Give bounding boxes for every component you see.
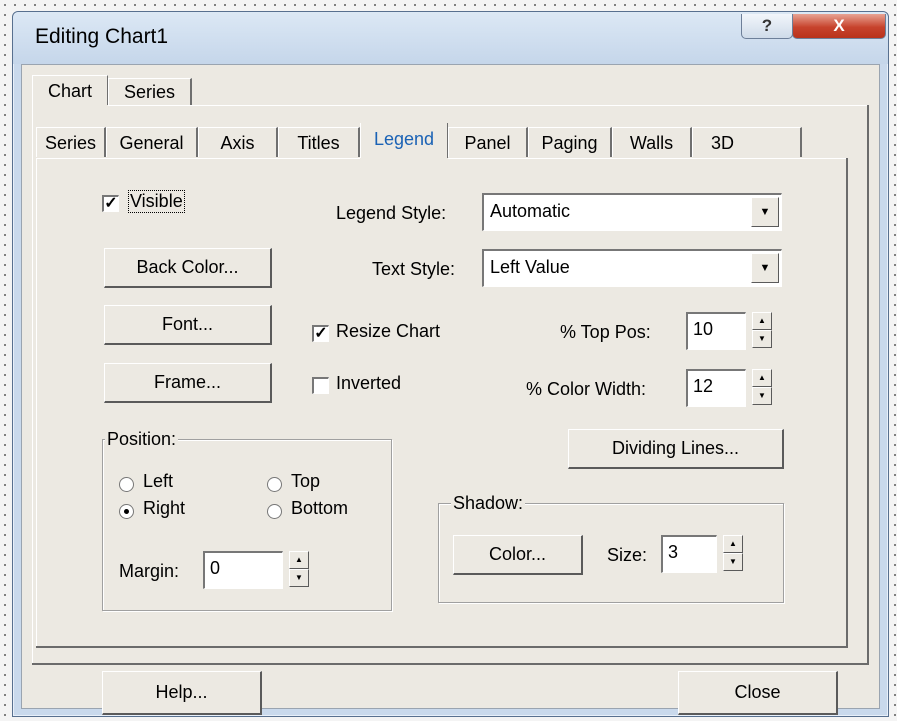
tab-series[interactable]: Series <box>36 127 106 157</box>
help-title-button[interactable]: ? <box>741 14 793 39</box>
tab-legend-label: Legend <box>373 129 435 149</box>
tab-general[interactable]: General <box>106 127 198 157</box>
chevron-down-icon[interactable]: ▼ <box>751 197 779 227</box>
inner-panel-bottom-edge <box>36 646 848 648</box>
dialog-body: Chart Series Series General Axis Titles … <box>21 64 880 715</box>
spin-down-icon[interactable]: ▼ <box>752 387 772 405</box>
top-pos-spinner[interactable]: ▲ ▼ <box>752 312 772 350</box>
text-style-value: Left Value <box>490 257 570 277</box>
inverted-label: Inverted <box>336 373 402 393</box>
inner-panel-left-edge <box>36 158 37 648</box>
tab-legend[interactable]: Legend <box>360 123 448 158</box>
position-right-label: Right <box>143 498 186 518</box>
position-left-radio[interactable] <box>119 477 134 492</box>
tab-titles-label: Titles <box>297 133 340 153</box>
shadow-size-input[interactable]: 3 <box>661 535 717 573</box>
tab-3d-label: 3D <box>711 133 735 153</box>
inner-panel-right-edge <box>846 158 848 648</box>
position-bottom-label: Bottom <box>291 498 349 518</box>
outer-tab-rule <box>108 105 868 106</box>
position-right-radio[interactable] <box>119 504 134 519</box>
font-button[interactable]: Font... <box>104 305 272 345</box>
chevron-down-icon[interactable]: ▼ <box>751 253 779 283</box>
tab-titles[interactable]: Titles <box>278 127 360 157</box>
top-pos-label: % Top Pos: <box>560 322 651 342</box>
shadow-size-label: Size: <box>607 545 648 565</box>
position-left-label: Left <box>143 471 174 491</box>
inverted-checkbox[interactable] <box>312 377 329 394</box>
visible-label: Visible <box>128 190 185 213</box>
window-title: Editing Chart1 <box>35 25 169 48</box>
position-top-label: Top <box>291 471 321 491</box>
text-style-select[interactable]: Left Value ▼ <box>482 249 782 287</box>
tab-3d[interactable]: 3D <box>692 127 802 157</box>
spin-down-icon[interactable]: ▼ <box>752 330 772 348</box>
frame-button[interactable]: Frame... <box>104 363 272 403</box>
help-button[interactable]: Help... <box>102 671 262 715</box>
position-bottom-radio[interactable] <box>267 504 282 519</box>
inner-tab-rule-left <box>36 158 360 159</box>
tab-general-label: General <box>119 133 184 153</box>
color-width-label: % Color Width: <box>526 379 647 399</box>
inner-tab-rule-right <box>448 158 848 159</box>
tab-axis-label: Axis <box>220 133 255 153</box>
resize-chart-label: Resize Chart <box>336 321 441 341</box>
tab-walls-label: Walls <box>629 133 674 153</box>
tab-chart-label: Chart <box>47 81 92 101</box>
shadow-group-title: Shadow: <box>451 493 526 514</box>
position-group-title: Position: <box>105 429 179 450</box>
tab-walls[interactable]: Walls <box>612 127 692 157</box>
dividing-lines-button[interactable]: Dividing Lines... <box>568 429 784 469</box>
outer-panel-bottom-edge <box>32 663 869 665</box>
margin-spinner[interactable]: ▲ ▼ <box>289 551 309 589</box>
tab-chart[interactable]: Chart <box>32 75 108 105</box>
title-bar: Editing Chart1 ? X <box>13 12 888 64</box>
top-pos-input[interactable]: 10 <box>686 312 746 350</box>
legend-style-label: Legend Style: <box>336 203 447 223</box>
outer-panel-left-edge <box>32 105 33 665</box>
back-color-button[interactable]: Back Color... <box>104 248 272 288</box>
resize-chart-checkbox[interactable]: ✓ <box>312 325 329 342</box>
tab-panel[interactable]: Panel <box>448 127 528 157</box>
tab-axis[interactable]: Axis <box>198 127 278 157</box>
spin-down-icon[interactable]: ▼ <box>723 553 743 571</box>
close-button[interactable]: Close <box>678 671 838 715</box>
tab-series-label: Series <box>44 133 97 153</box>
spin-up-icon[interactable]: ▲ <box>752 369 772 387</box>
legend-style-value: Automatic <box>490 201 571 221</box>
shadow-size-spinner[interactable]: ▲ ▼ <box>723 535 743 573</box>
close-title-button[interactable]: X <box>792 14 886 39</box>
text-style-label: Text Style: <box>372 259 456 279</box>
question-mark-icon: ? <box>761 16 773 35</box>
shadow-group: Shadow: Color... Size: 3 ▲ ▼ <box>438 493 784 603</box>
spin-up-icon[interactable]: ▲ <box>723 535 743 553</box>
spin-up-icon[interactable]: ▲ <box>289 551 309 569</box>
legend-style-select[interactable]: Automatic ▼ <box>482 193 782 231</box>
tab-panel-label: Panel <box>464 133 511 153</box>
position-group: Position: Left Right Top Bottom Margin: … <box>102 429 392 611</box>
outer-panel-right-edge <box>867 105 869 665</box>
tab-series-outer-label: Series <box>123 82 176 102</box>
margin-input[interactable]: 0 <box>203 551 283 589</box>
tab-paging-label: Paging <box>541 133 598 153</box>
tab-series-outer[interactable]: Series <box>108 78 192 105</box>
spin-down-icon[interactable]: ▼ <box>289 569 309 587</box>
tab-paging[interactable]: Paging <box>528 127 612 157</box>
editing-chart-dialog: Editing Chart1 ? X Chart Series Series G… <box>12 11 889 717</box>
spin-up-icon[interactable]: ▲ <box>752 312 772 330</box>
margin-label: Margin: <box>119 561 180 581</box>
color-width-input[interactable]: 12 <box>686 369 746 407</box>
close-icon: X <box>833 16 845 35</box>
position-top-radio[interactable] <box>267 477 282 492</box>
visible-checkbox[interactable]: ✓ <box>102 195 119 212</box>
color-width-spinner[interactable]: ▲ ▼ <box>752 369 772 407</box>
shadow-color-button[interactable]: Color... <box>453 535 583 575</box>
